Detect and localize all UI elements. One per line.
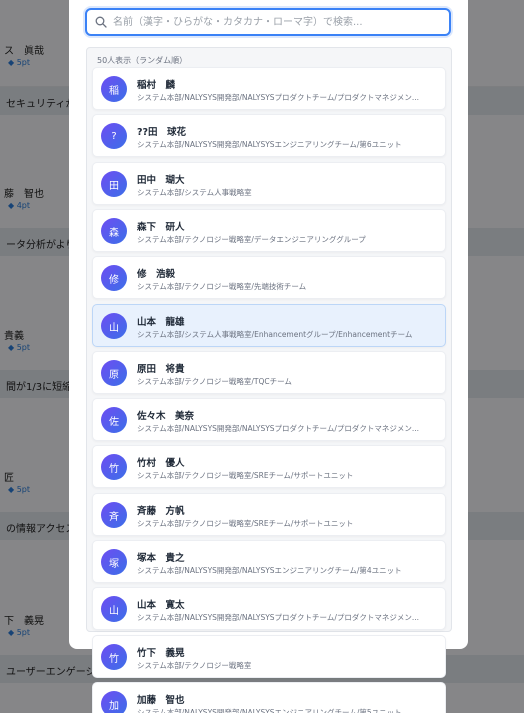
person-option[interactable]: ? ??田 球花システム本部/NALYSYS開発部/NALYSYSエンジニアリング… bbox=[92, 114, 446, 157]
person-name: 山本 寛太 bbox=[137, 600, 185, 611]
avatar: 竹 bbox=[101, 644, 127, 670]
person-option[interactable]: 佐佐々木 美奈システム本部/NALYSYS開発部/NALYSYSプロダクトチーム… bbox=[92, 398, 446, 441]
person-option[interactable]: 山山本 龍雄システム本部/システム人事戦略室/Enhancementグループ/E… bbox=[92, 304, 446, 347]
search-input[interactable] bbox=[113, 10, 443, 34]
person-department: システム本部/テクノロジー戦略室/TQCチーム bbox=[137, 377, 292, 386]
avatar: 加 bbox=[101, 691, 127, 713]
avatar: ? bbox=[101, 123, 127, 149]
person-department: システム本部/NALYSYS開発部/NALYSYSエンジニアリングチーム/第5ユ… bbox=[137, 708, 402, 713]
person-department: システム本部/NALYSYS開発部/NALYSYSプロダクトチーム/プロダクトマ… bbox=[137, 93, 419, 102]
person-department: システム本部/NALYSYS開発部/NALYSYSエンジニアリングチーム/第6ユ… bbox=[137, 140, 402, 149]
person-option[interactable]: 竹竹下 義晃システム本部/テクノロジー戦略室 bbox=[92, 635, 446, 678]
avatar: 佐 bbox=[101, 407, 127, 433]
person-name: 竹下 義晃 bbox=[137, 648, 185, 659]
avatar: 修 bbox=[101, 265, 127, 291]
person-name: 森下 研人 bbox=[137, 222, 185, 233]
avatar: 山 bbox=[101, 596, 127, 622]
person-name: 田中 瑚大 bbox=[137, 175, 185, 186]
avatar: 稲 bbox=[101, 76, 127, 102]
search-box[interactable] bbox=[85, 8, 451, 36]
person-option[interactable]: 山山本 寛太システム本部/NALYSYS開発部/NALYSYSプロダクトチーム/… bbox=[92, 587, 446, 630]
search-icon bbox=[95, 16, 107, 28]
person-department: システム本部/システム人事戦略室/Enhancementグループ/Enhance… bbox=[137, 330, 413, 339]
person-name: ??田 球花 bbox=[137, 127, 187, 138]
person-department: システム本部/テクノロジー戦略室/データエンジニアリンググループ bbox=[137, 235, 366, 244]
person-name: 斉藤 方帆 bbox=[137, 506, 185, 517]
person-name: 佐々木 美奈 bbox=[137, 411, 195, 422]
person-option[interactable]: 森森下 研人システム本部/テクノロジー戦略室/データエンジニアリンググループ bbox=[92, 209, 446, 252]
person-department: システム本部/テクノロジー戦略室/SREチーム/サポートユニット bbox=[137, 471, 354, 480]
person-name: 修 浩毅 bbox=[137, 269, 176, 280]
person-department: システム本部/テクノロジー戦略室/先端技術チーム bbox=[137, 282, 307, 291]
avatar: 塚 bbox=[101, 549, 127, 575]
person-option[interactable]: 加加藤 智也システム本部/NALYSYS開発部/NALYSYSエンジニアリングチ… bbox=[92, 682, 446, 713]
person-department: システム本部/NALYSYS開発部/NALYSYSプロダクトチーム/プロダクトマ… bbox=[137, 424, 419, 433]
person-name: 竹村 優人 bbox=[137, 458, 185, 469]
person-department: システム本部/システム人事戦略室 bbox=[137, 188, 252, 197]
person-option[interactable]: 斉斉藤 方帆システム本部/テクノロジー戦略室/SREチーム/サポートユニット bbox=[92, 493, 446, 536]
person-name: 原田 将貴 bbox=[137, 364, 185, 375]
person-name: 山本 龍雄 bbox=[137, 317, 185, 328]
person-department: システム本部/テクノロジー戦略室/SREチーム/サポートユニット bbox=[137, 519, 354, 528]
result-count-label: 50人表示（ランダム順） bbox=[97, 56, 188, 65]
person-option[interactable]: 修修 浩毅システム本部/テクノロジー戦略室/先端技術チーム bbox=[92, 256, 446, 299]
person-department: システム本部/NALYSYS開発部/NALYSYSプロダクトチーム/プロダクトマ… bbox=[137, 613, 419, 622]
avatar: 斉 bbox=[101, 502, 127, 528]
person-department: システム本部/NALYSYS開発部/NALYSYSエンジニアリングチーム/第4ユ… bbox=[137, 566, 402, 575]
avatar: 竹 bbox=[101, 454, 127, 480]
person-option[interactable]: 稲稲村 麟システム本部/NALYSYS開発部/NALYSYSプロダクトチーム/プ… bbox=[92, 67, 446, 110]
person-option[interactable]: 塚塚本 貴之システム本部/NALYSYS開発部/NALYSYSエンジニアリングチ… bbox=[92, 540, 446, 583]
avatar: 田 bbox=[101, 171, 127, 197]
avatar: 原 bbox=[101, 360, 127, 386]
person-option[interactable]: 原原田 将貴システム本部/テクノロジー戦略室/TQCチーム bbox=[92, 351, 446, 394]
person-name: 塚本 貴之 bbox=[137, 553, 185, 564]
person-department: システム本部/テクノロジー戦略室 bbox=[137, 661, 252, 670]
avatar: 森 bbox=[101, 218, 127, 244]
avatar: 山 bbox=[101, 313, 127, 339]
person-name: 加藤 智也 bbox=[137, 695, 185, 706]
person-name: 稲村 麟 bbox=[137, 80, 176, 91]
person-option[interactable]: 竹竹村 優人システム本部/テクノロジー戦略室/SREチーム/サポートユニット bbox=[92, 445, 446, 488]
person-option[interactable]: 田田中 瑚大システム本部/システム人事戦略室 bbox=[92, 162, 446, 205]
